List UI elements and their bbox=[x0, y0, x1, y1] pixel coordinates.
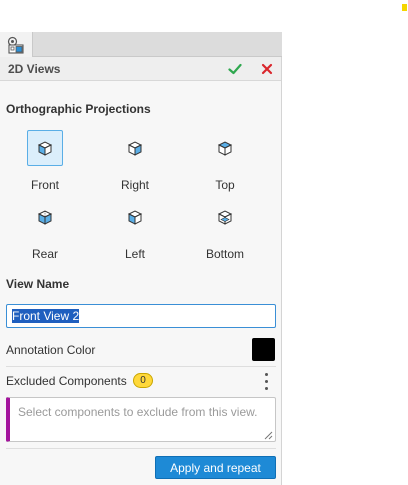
right-view-label: Right bbox=[120, 178, 149, 192]
footer-divider bbox=[6, 448, 276, 449]
exclude-components-field[interactable] bbox=[6, 397, 276, 442]
tab-drawing-views[interactable] bbox=[0, 32, 33, 57]
excluded-components-label: Excluded Components bbox=[6, 374, 127, 388]
section-divider bbox=[6, 366, 276, 367]
front-view-cube-icon bbox=[37, 141, 53, 156]
views-panel: 2D Views Orthographic Projections Front bbox=[0, 32, 282, 485]
view-name-heading: View Name bbox=[6, 277, 70, 291]
front-view-label: Front bbox=[30, 178, 59, 192]
cancel-button[interactable] bbox=[258, 61, 276, 77]
bottom-view-label: Bottom bbox=[205, 247, 244, 261]
right-view-cube-icon bbox=[127, 141, 143, 156]
bottom-view-button[interactable]: Bottom bbox=[196, 199, 256, 261]
checkmark-icon bbox=[228, 63, 242, 75]
more-vertical-icon[interactable] bbox=[261, 373, 271, 390]
left-view-label: Left bbox=[124, 247, 145, 261]
view-name-input[interactable] bbox=[6, 304, 276, 328]
rear-view-label: Rear bbox=[31, 247, 58, 261]
rear-view-button[interactable]: Rear bbox=[16, 199, 76, 261]
front-view-button[interactable]: Front bbox=[16, 130, 76, 192]
apply-and-repeat-button[interactable]: Apply and repeat bbox=[155, 456, 276, 479]
close-icon bbox=[261, 63, 273, 75]
panel-header: 2D Views bbox=[0, 57, 281, 81]
ok-button[interactable] bbox=[226, 61, 244, 77]
right-view-button[interactable]: Right bbox=[106, 130, 166, 192]
excluded-count-badge: 0 bbox=[133, 373, 153, 388]
drawing-views-icon bbox=[7, 36, 24, 54]
annotation-color-label: Annotation Color bbox=[6, 343, 96, 357]
top-view-label: Top bbox=[215, 178, 235, 192]
top-view-button[interactable]: Top bbox=[196, 130, 256, 192]
panel-title: 2D Views bbox=[8, 62, 61, 76]
orthographic-heading: Orthographic Projections bbox=[6, 102, 151, 116]
bottom-view-cube-icon bbox=[217, 210, 233, 225]
rear-view-cube-icon bbox=[37, 210, 53, 225]
annotation-color-swatch[interactable] bbox=[252, 338, 275, 361]
corner-indicator bbox=[402, 4, 407, 11]
left-view-button[interactable]: Left bbox=[106, 199, 166, 261]
panel-tabstrip bbox=[0, 32, 282, 57]
left-view-cube-icon bbox=[127, 210, 143, 225]
resize-grip-icon[interactable] bbox=[264, 431, 273, 440]
top-view-cube-icon bbox=[217, 141, 233, 156]
